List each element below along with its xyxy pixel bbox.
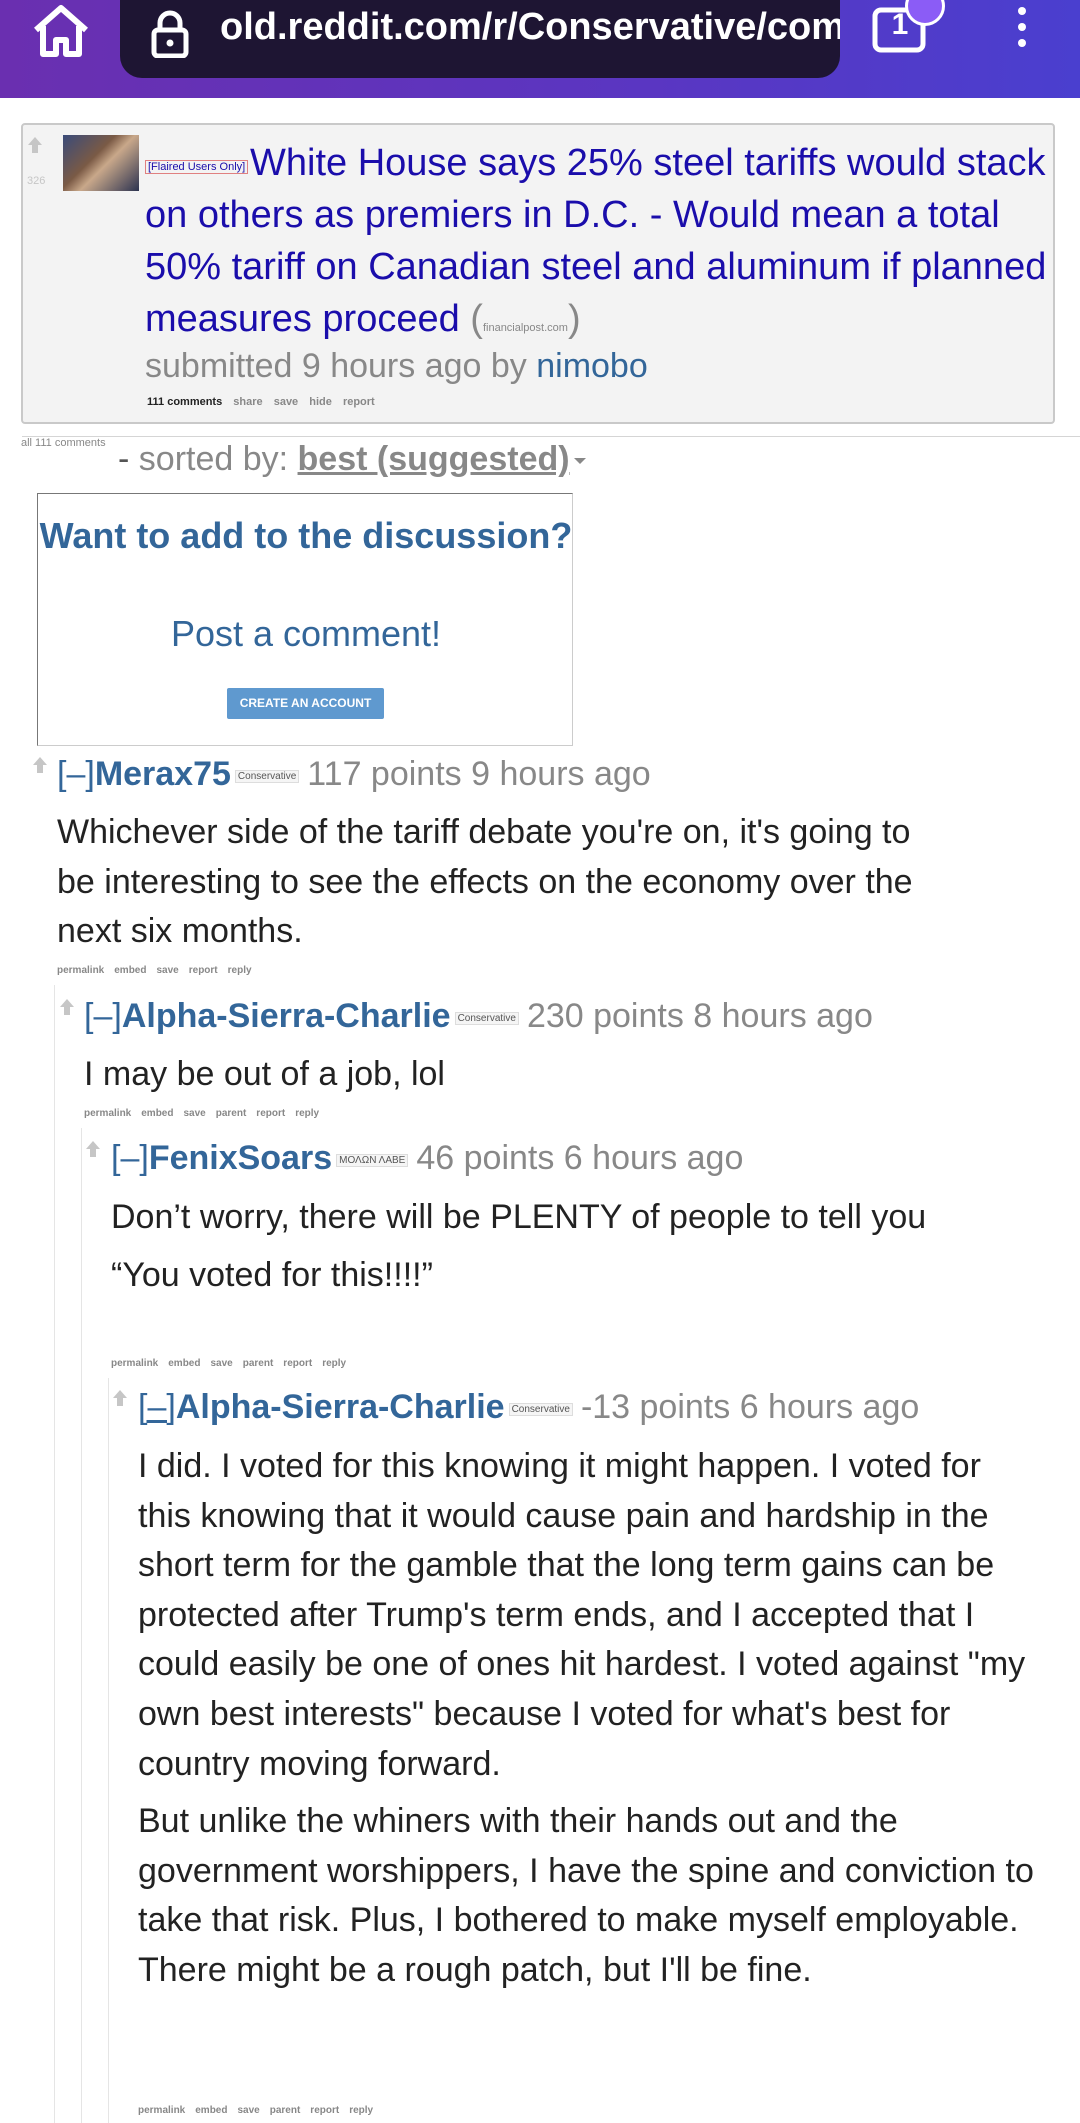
- collapse-toggle[interactable]: [–]: [57, 755, 95, 793]
- add-comment-title: Want to add to the discussion?: [39, 515, 573, 556]
- comment-meta: -13 points 6 hours ago: [580, 1388, 920, 1426]
- save-link[interactable]: save: [237, 2105, 259, 2116]
- comment-author[interactable]: FenixSoars: [149, 1139, 332, 1177]
- collapse-toggle[interactable]: [–]: [111, 1139, 149, 1177]
- post-score: 326: [27, 175, 46, 187]
- post-buttons: 111 comments share save hide report: [147, 396, 383, 408]
- upvote-icon[interactable]: [33, 757, 47, 773]
- permalink-link[interactable]: permalink: [84, 1108, 131, 1119]
- reply-link[interactable]: reply: [322, 1358, 346, 1369]
- upvote-icon[interactable]: [60, 999, 74, 1015]
- thread-line: [54, 985, 55, 2123]
- share-link[interactable]: share: [233, 396, 262, 408]
- parent-link[interactable]: parent: [270, 2105, 301, 2116]
- comment-buttons: permalink embed save parent report reply: [84, 1108, 329, 1119]
- permalink-link[interactable]: permalink: [111, 1358, 158, 1369]
- report-link[interactable]: report: [343, 396, 375, 408]
- add-comment-box: Want to add to the discussion? Post a co…: [37, 493, 573, 746]
- comment-buttons: permalink embed save parent report reply: [111, 1358, 356, 1369]
- post-domain[interactable]: financialpost.com: [483, 322, 568, 334]
- parent-link[interactable]: parent: [216, 1108, 247, 1119]
- reply-link[interactable]: reply: [349, 2105, 373, 2116]
- thread-line: [81, 1128, 82, 2123]
- url-text: old.reddit.com/r/Conservative/comm: [220, 6, 840, 48]
- thread-line: [108, 1378, 109, 2123]
- comment-author[interactable]: Alpha-Sierra-Charlie: [122, 997, 451, 1035]
- collapse-toggle[interactable]: [–]: [138, 1388, 176, 1426]
- comment-body: Whichever side of the tariff debate you'…: [57, 813, 913, 951]
- permalink-link[interactable]: permalink: [138, 2105, 185, 2116]
- save-link[interactable]: save: [274, 396, 298, 408]
- parent-link[interactable]: parent: [243, 1358, 274, 1369]
- reply-link[interactable]: reply: [228, 965, 252, 976]
- upvote-icon[interactable]: [86, 1141, 100, 1157]
- embed-link[interactable]: embed: [168, 1358, 200, 1369]
- comment-meta: 46 points 6 hours ago: [416, 1139, 744, 1177]
- comment-meta: 117 points 9 hours ago: [307, 755, 651, 793]
- comment-header: [–]Alpha-Sierra-Charlie Conservative 230 p…: [84, 997, 873, 1036]
- browser-toolbar: old.reddit.com/r/Conservative/comm 1: [0, 0, 1080, 98]
- user-flair: Conservative: [454, 1011, 519, 1025]
- collapse-toggle[interactable]: [–]: [84, 997, 122, 1035]
- upvote-icon[interactable]: [28, 137, 42, 153]
- comment-author[interactable]: Merax75: [95, 755, 231, 793]
- comment-header: [–]Merax75 Conservative 117 points 9 hours…: [57, 755, 651, 794]
- post-author-link[interactable]: nimobo: [536, 347, 648, 385]
- post-title[interactable]: White House says 25% steel tariffs would…: [145, 142, 1046, 340]
- comment-buttons: permalink embed save parent report reply: [138, 2105, 383, 2116]
- all-comments-link[interactable]: all 111 comments: [21, 437, 106, 449]
- embed-link[interactable]: embed: [141, 1108, 173, 1119]
- report-link[interactable]: report: [283, 1358, 312, 1369]
- save-link[interactable]: save: [156, 965, 178, 976]
- comment-body: I did. I voted for this knowing it might…: [138, 1447, 1034, 1989]
- report-link[interactable]: report: [256, 1108, 285, 1119]
- post-thumbnail[interactable]: [63, 135, 139, 191]
- comments-link[interactable]: 111 comments: [147, 396, 222, 408]
- user-flair: ΜΟΛΩΝ ΛΑΒΕ: [336, 1153, 409, 1167]
- comment-header: [–]FenixSoars ΜΟΛΩΝ ΛΑΒΕ 46 points 6 hours…: [111, 1139, 743, 1178]
- post-title-block: White House says 25% steel tariffs would…: [145, 142, 1047, 340]
- create-account-button[interactable]: CREATE AN ACCOUNT: [227, 688, 384, 719]
- hide-link[interactable]: hide: [309, 396, 332, 408]
- more-options-icon[interactable]: [1010, 4, 1034, 54]
- permalink-link[interactable]: permalink: [57, 965, 104, 976]
- reply-link[interactable]: reply: [295, 1108, 319, 1119]
- user-flair: Conservative: [508, 1402, 573, 1416]
- post-listing: 326 White House says 25% steel tariffs w…: [21, 123, 1055, 424]
- post-flair: [Flaired Users Only]: [145, 160, 249, 174]
- upvote-icon[interactable]: [113, 1390, 127, 1406]
- divider: [22, 436, 1080, 437]
- comment-body: Don’t worry, there will be PLENTY of peo…: [111, 1198, 927, 1294]
- save-link[interactable]: save: [183, 1108, 205, 1119]
- sort-selected[interactable]: best (suggested): [298, 440, 570, 478]
- save-link[interactable]: save: [210, 1358, 232, 1369]
- comment-meta: 230 points 8 hours ago: [526, 997, 873, 1035]
- post-tagline: submitted 9 hours ago by nimobo: [145, 347, 648, 385]
- dropdown-arrow-icon[interactable]: [573, 458, 586, 465]
- sort-menu[interactable]: - sorted by: best (suggested): [118, 440, 586, 479]
- comment-header: [–]Alpha-Sierra-Charlie Conservative -13 p…: [138, 1388, 919, 1427]
- add-comment-subtitle[interactable]: Post a comment!: [38, 613, 574, 655]
- address-bar[interactable]: old.reddit.com/r/Conservative/comm: [120, 0, 840, 78]
- collapse-dash: -: [118, 440, 139, 478]
- user-flair: Conservative: [234, 769, 300, 783]
- comment-body: I may be out of a job, lol: [84, 1055, 445, 1093]
- comment-buttons: permalink embed save report reply: [57, 965, 262, 976]
- lock-icon: [151, 10, 189, 58]
- home-icon[interactable]: [30, 2, 92, 60]
- comment-author[interactable]: Alpha-Sierra-Charlie: [176, 1388, 505, 1426]
- embed-link[interactable]: embed: [195, 2105, 227, 2116]
- report-link[interactable]: report: [310, 2105, 339, 2116]
- report-link[interactable]: report: [189, 965, 218, 976]
- embed-link[interactable]: embed: [114, 965, 146, 976]
